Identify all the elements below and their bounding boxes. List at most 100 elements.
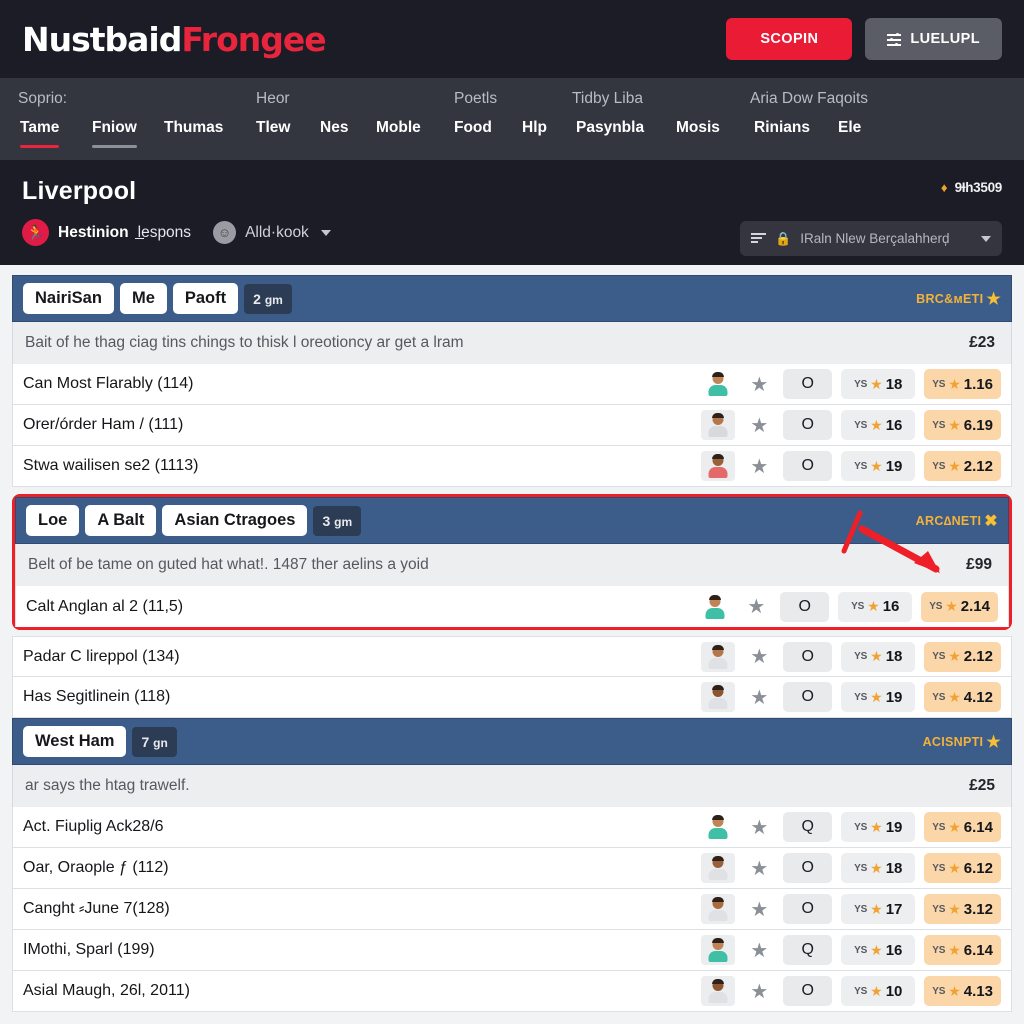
avatar — [701, 812, 735, 842]
favorite-star-icon[interactable]: ★ — [744, 856, 774, 881]
row-flag-badge[interactable]: O — [783, 369, 833, 399]
group-badge[interactable]: ARC∆NETІ ✖ — [916, 511, 998, 531]
table-row[interactable]: Act. Fiuplig Ack28/6 ★ Q YS ★ 19 YS ★ 6.14 — [12, 807, 1012, 848]
nav-tab-label: Thumas — [164, 119, 224, 136]
favorite-star-icon[interactable]: ★ — [744, 685, 774, 710]
favorite-star-icon[interactable]: ★ — [744, 372, 774, 397]
odds-secondary-badge[interactable]: YS ★ 18 — [841, 369, 916, 399]
odds-primary-badge[interactable]: YS ★ 4.13 — [924, 976, 1001, 1006]
odds-primary-badge[interactable]: YS ★ 6.12 — [924, 853, 1001, 883]
nav-tab-nes[interactable]: Nes — [320, 110, 348, 156]
nav-tab-ele[interactable]: Ele — [838, 110, 861, 156]
favorite-star-icon[interactable]: ★ — [744, 815, 774, 840]
group-header[interactable]: NairiSan Me Paoft 2 gm BRC&мETІ ★ — [12, 275, 1012, 322]
table-row[interactable]: Calt Anglan al 2 (11,5) ★ O YS ★ 16 YS ★ 2.14 — [15, 586, 1009, 627]
odds-secondary-badge[interactable]: YS ★ 19 — [841, 451, 916, 481]
odds-primary-badge[interactable]: YS ★ 6.14 — [924, 935, 1001, 965]
odds-secondary-badge[interactable]: YS ★ 17 — [841, 894, 916, 924]
row-flag-badge[interactable]: Q — [783, 812, 833, 842]
favorite-star-icon[interactable]: ★ — [741, 594, 771, 619]
odds-primary-badge[interactable]: YS ★ 2.12 — [924, 641, 1001, 672]
search-select[interactable]: 🔒 IRaln Nlew Berçalahherḑ — [740, 221, 1002, 256]
odds-secondary-badge[interactable]: YS ★ 16 — [841, 410, 916, 440]
table-row[interactable]: Orer/órder Ham / (111) ★ O YS ★ 16 YS ★ 6.19 — [12, 405, 1012, 446]
odds-primary-badge[interactable]: YS ★ 3.12 — [924, 894, 1001, 924]
table-row[interactable]: Stwa wailisen se2 (1113) ★ O YS ★ 19 YS ★ 2.12 — [12, 446, 1012, 487]
odds-primary-badge[interactable]: YS ★ 6.14 — [924, 812, 1001, 842]
odds-secondary-badge[interactable]: YS ★ 10 — [841, 976, 916, 1006]
group-header[interactable]: Loe A Balt Asian Ctragoes 3 gm ARC∆NETІ ✖ — [15, 497, 1009, 544]
odds-primary-badge[interactable]: YS ★ 2.12 — [924, 451, 1001, 481]
row-controls: ★ O YS ★ 17 YS ★ 3.12 — [701, 894, 1001, 924]
favorite-star-icon[interactable]: ★ — [744, 938, 774, 963]
row-flag-badge[interactable]: O — [783, 853, 833, 883]
favorite-star-icon[interactable]: ★ — [744, 413, 774, 438]
nav-tab-fniow[interactable]: Fniow — [92, 110, 137, 156]
nav-tab-thumas[interactable]: Thumas — [164, 110, 223, 156]
group-chip[interactable]: West Ham — [23, 726, 127, 757]
table-row[interactable]: IMothi, Sparl (199) ★ Q YS ★ 16 YS ★ 6.14 — [12, 930, 1012, 971]
odds-secondary-badge[interactable]: YS ★ 16 — [838, 591, 913, 622]
odds-value: 19 — [885, 457, 903, 475]
group-badge[interactable]: BRC&мETІ ★ — [916, 289, 1001, 309]
odds-secondary-badge[interactable]: YS ★ 18 — [841, 853, 916, 883]
row-flag-badge[interactable]: O — [783, 894, 833, 924]
nav-tab-tame[interactable]: Tame — [20, 110, 60, 156]
table-row[interactable]: Has Segitlinein (118) ★ O YS ★ 19 YS ★ 4.12 — [12, 677, 1012, 718]
row-flag-badge[interactable]: O — [783, 682, 833, 712]
nav-tab-food[interactable]: Food — [454, 110, 492, 156]
group-chip[interactable]: NairiSan — [23, 283, 114, 314]
nav-tab-mosis[interactable]: Mosis — [676, 110, 720, 156]
row-flag-badge[interactable]: Q — [783, 935, 833, 965]
nav-tab-moble[interactable]: Moble — [376, 110, 421, 156]
favorite-star-icon[interactable]: ★ — [744, 644, 774, 669]
odds-primary-badge[interactable]: YS ★ 1.16 — [924, 369, 1001, 399]
odds-primary-badge[interactable]: YS ★ 4.12 — [924, 682, 1001, 712]
row-player-name: Can Most Flarably (114) — [23, 375, 194, 392]
nav-tab-rinians[interactable]: Rinians — [754, 110, 810, 156]
group-note-amount: £23 — [969, 334, 995, 351]
table-row[interactable]: Canght ⸗June 7(128) ★ O YS ★ 17 YS ★ 3.12 — [12, 889, 1012, 930]
group-chip[interactable]: Loe — [26, 505, 80, 536]
favorite-star-icon[interactable]: ★ — [744, 897, 774, 922]
odds-primary-badge[interactable]: YS ★ 6.19 — [924, 410, 1001, 440]
odds-prefix: YS — [854, 691, 868, 703]
row-flag-badge[interactable]: O — [783, 641, 833, 672]
secondary-chip[interactable]: ☺ Alld·kook — [213, 221, 331, 244]
row-flag-badge[interactable]: O — [783, 976, 833, 1006]
avatar — [701, 369, 735, 399]
scopin-button[interactable]: SCOPIN — [726, 18, 853, 60]
nav-tab-tlew[interactable]: Tlew — [256, 110, 290, 156]
site-logo[interactable]: NustbaidFrongee — [22, 20, 327, 59]
nav-tab-label: Rinians — [754, 119, 810, 136]
group-chip[interactable]: Paoft — [172, 283, 239, 314]
odds-secondary-badge[interactable]: YS ★ 18 — [841, 641, 916, 672]
odds-prefix: YS — [932, 944, 946, 956]
odds-secondary-badge[interactable]: YS ★ 19 — [841, 812, 916, 842]
group-chip[interactable]: A Balt — [85, 505, 157, 536]
odds-secondary-badge[interactable]: YS ★ 16 — [841, 935, 916, 965]
nav-tab-pasynbla[interactable]: Pasynbla — [576, 110, 644, 156]
group-badge[interactable]: ACІSNPTІ ★ — [923, 732, 1001, 752]
table-row[interactable]: Oar, Oraople ƒ (112) ★ O YS ★ 18 YS ★ 6.12 — [12, 848, 1012, 889]
table-row[interactable]: Can Most Flarably (114) ★ O YS ★ 18 YS ★ 1.16 — [12, 364, 1012, 405]
row-flag-badge[interactable]: O — [783, 451, 833, 481]
group-chip[interactable]: Me — [119, 283, 167, 314]
avatar — [701, 976, 736, 1006]
group-chip[interactable]: Asian Ctragoes — [162, 505, 308, 536]
table-row[interactable]: Asial Maugh, 26l, 2011) ★ O YS ★ 10 YS ★ 4.13 — [12, 971, 1012, 1012]
author-chip[interactable]: 🏃 Hestinion l̲espons — [22, 219, 191, 246]
odds-primary-badge[interactable]: YS ★ 2.14 — [921, 591, 998, 622]
favorite-star-icon[interactable]: ★ — [744, 454, 774, 479]
group-header[interactable]: West Ham 7 gn ACІSNPTІ ★ — [12, 718, 1012, 765]
table-row[interactable]: Padar C lireppol (134) ★ O YS ★ 18 YS ★ 2.12 — [12, 636, 1012, 677]
row-flag-badge[interactable]: O — [783, 410, 833, 440]
luelupl-button[interactable]: LUELUPL — [865, 18, 1002, 60]
favorite-star-icon[interactable]: ★ — [744, 979, 774, 1004]
nav-tab-hlp[interactable]: Hlp — [522, 110, 547, 156]
row-player-name: Padar C lireppol (134) — [23, 647, 180, 665]
star-icon: ★ — [870, 859, 883, 876]
odds-secondary-badge[interactable]: YS ★ 19 — [841, 682, 916, 712]
gem-value: 9Ɨh3509 — [954, 180, 1003, 195]
row-flag-badge[interactable]: O — [780, 591, 830, 622]
